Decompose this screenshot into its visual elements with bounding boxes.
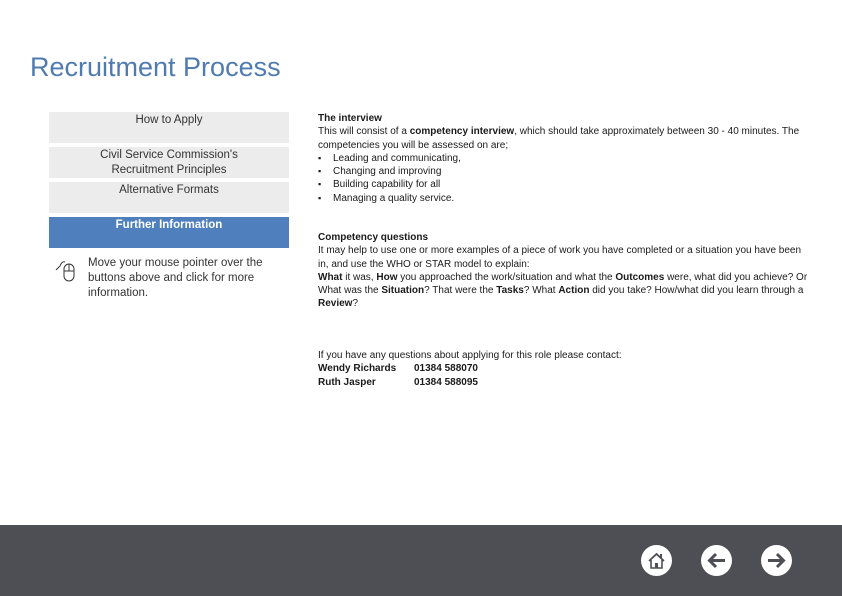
contact-phone: 01384 588095: [414, 376, 478, 388]
arrow-right-icon: [768, 552, 786, 569]
alternative-formats-button[interactable]: Alternative Formats: [49, 182, 289, 213]
questions-intro: It may help to use one or more examples …: [318, 245, 802, 270]
button-label: Alternative Formats: [119, 184, 219, 196]
star-model-text: What it was, How you approached the work…: [318, 271, 808, 310]
interview-intro: This will consist of a competency interv…: [318, 126, 800, 151]
home-button[interactable]: [641, 545, 672, 576]
contact-intro: If you have any questions about applying…: [318, 350, 622, 361]
how-to-apply-button[interactable]: How to Apply: [49, 112, 289, 143]
contact-row: Ruth Jasper 01384 588095: [318, 376, 808, 389]
button-label: Civil Service Commission's Recruitment P…: [100, 149, 238, 176]
hint-text: Move your mouse pointer over the buttons…: [88, 257, 263, 299]
list-item: Managing a quality service.: [318, 192, 808, 206]
next-button[interactable]: [761, 545, 792, 576]
questions-section: Competency questions It may help to use …: [318, 231, 808, 311]
home-icon: [648, 552, 665, 569]
button-label: Further Information: [115, 219, 223, 231]
contact-name: Ruth Jasper: [318, 376, 376, 388]
contact-phone: 01384 588070: [414, 363, 478, 375]
contact-row: Wendy Richards 01384 588070: [318, 362, 808, 375]
interview-heading: The interview: [318, 113, 382, 124]
contact-name: Wendy Richards: [318, 363, 397, 375]
footer-bar: [0, 525, 842, 596]
arrow-left-icon: [707, 552, 725, 569]
contact-section: If you have any questions about applying…: [318, 349, 808, 389]
further-information-button[interactable]: Further Information: [49, 217, 289, 248]
interview-section: The interview This will consist of a com…: [318, 112, 808, 205]
button-label: How to Apply: [135, 114, 203, 126]
page-title: Recruitment Process: [30, 52, 281, 82]
questions-heading: Competency questions: [318, 232, 429, 243]
list-item: Leading and communicating,: [318, 152, 808, 166]
list-item: Building capability for all: [318, 178, 808, 192]
list-item: Changing and improving: [318, 165, 808, 179]
recruitment-principles-button[interactable]: Civil Service Commission's Recruitment P…: [49, 147, 289, 178]
back-button[interactable]: [701, 545, 732, 576]
mouse-icon: [55, 261, 75, 282]
competency-list: Leading and communicating, Changing and …: [318, 152, 808, 205]
